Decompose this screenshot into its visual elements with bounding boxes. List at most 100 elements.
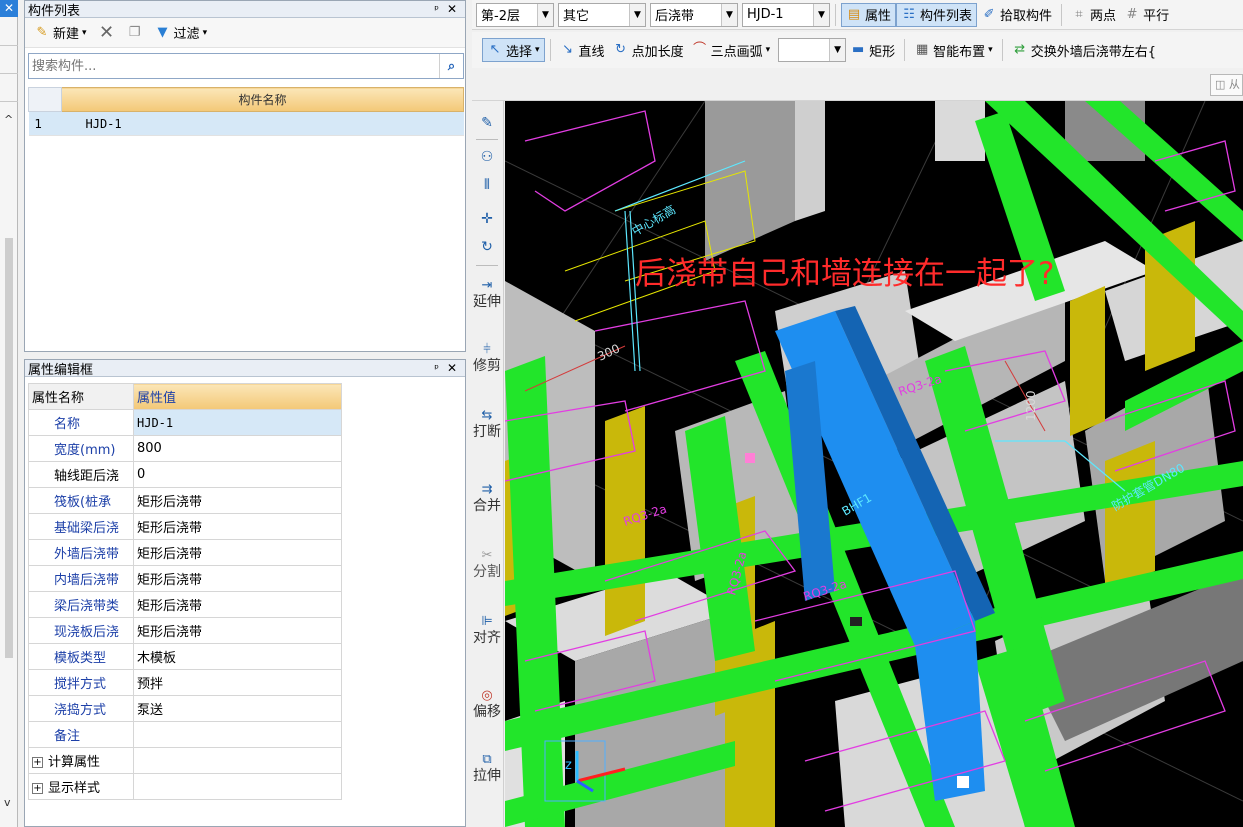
chevron-down-icon: ▾ [765, 45, 771, 55]
break-button[interactable]: ⇆ 打断 [472, 407, 502, 440]
property-value[interactable]: 木模板 [133, 643, 342, 670]
divider [549, 39, 551, 61]
divider [1061, 3, 1063, 26]
close-icon[interactable]: ✕ [447, 2, 457, 16]
property-row[interactable]: 现浇板后浇 矩形后浇带 [28, 617, 342, 644]
chevron-down-icon: ▾ [202, 27, 208, 38]
property-group-row[interactable]: + 计算属性 [28, 747, 342, 774]
property-value[interactable]: 泵送 [133, 695, 342, 722]
trim-button[interactable]: ⫩ 修剪 [472, 341, 502, 374]
property-value[interactable]: 预拌 [133, 669, 342, 696]
component-select[interactable]: HJD-1 ▼ [742, 2, 830, 27]
property-key: 基础梁后浇 [28, 513, 134, 540]
property-row[interactable]: 浇捣方式 泵送 [28, 695, 342, 722]
extend-button[interactable]: ⇥ 延伸 [472, 277, 502, 310]
pick-component-button[interactable]: ✐ 拾取构件 [977, 3, 1056, 27]
property-row[interactable]: 梁后浇带类 矩形后浇带 [28, 591, 342, 618]
property-value[interactable]: 矩形后浇带 [133, 591, 342, 618]
chevron-down-icon: ▾ [82, 27, 87, 38]
expand-icon[interactable]: + [32, 757, 43, 768]
mirror-icon[interactable]: ⫴ [472, 177, 502, 193]
move-icon[interactable]: ✛ [472, 211, 502, 227]
table-row[interactable]: 1 HJD-1 [28, 111, 464, 136]
property-row[interactable]: 轴线距后浇 0 [28, 461, 342, 488]
select-button[interactable]: ↖ 选择 ▾ [482, 38, 545, 62]
property-row[interactable]: 搅拌方式 预拌 [28, 669, 342, 696]
chevron-down-icon: ▼ [829, 39, 846, 61]
property-value[interactable]: HJD-1 [133, 409, 342, 436]
property-icon: ▤ [847, 6, 861, 22]
parallel-button[interactable]: # 平行 [1120, 3, 1173, 27]
search-input[interactable] [29, 55, 439, 77]
property-row[interactable]: 名称 HJD-1 [28, 409, 342, 436]
property-key: 外墙后浇带 [28, 539, 134, 566]
property-key: 搅拌方式 [28, 669, 134, 696]
pick-icon: ✐ [983, 6, 995, 22]
chevron-down-icon: ▾ [535, 45, 540, 55]
type-select[interactable]: 后浇带 ▼ [650, 2, 738, 27]
property-value[interactable]: 矩形后浇带 [133, 487, 342, 514]
scroll-down-icon[interactable]: v [4, 796, 11, 809]
pin-icon[interactable]: ᵖ [434, 3, 439, 16]
property-row[interactable]: 模板类型 木模板 [28, 643, 342, 670]
svg-text:z: z [565, 758, 572, 773]
trim-label: 修剪 [473, 358, 501, 374]
property-row[interactable]: 基础梁后浇 矩形后浇带 [28, 513, 342, 540]
property-row[interactable]: 备注 [28, 721, 342, 748]
pin-icon[interactable]: ᵖ [434, 362, 439, 375]
two-point-button[interactable]: ⌗ 两点 [1067, 3, 1120, 27]
property-row[interactable]: 外墙后浇带 矩形后浇带 [28, 539, 342, 566]
rotate-icon[interactable]: ↻ [472, 239, 502, 255]
offset-button[interactable]: ◎ 偏移 [472, 687, 502, 720]
floor-select[interactable]: 第-2层 ▼ [476, 2, 554, 27]
scrollbar-thumb[interactable] [5, 238, 13, 658]
three-point-arc-button[interactable]: ⌒ 三点画弧 ▾ [688, 38, 775, 62]
property-button[interactable]: ▤ 属性 [841, 2, 897, 27]
drawing-canvas[interactable]: RQ3-2a RQ3-2a RQ3-2a RQ3-2a BHF1 中心标高 防护… [505, 101, 1243, 827]
scroll-up-icon[interactable]: ^ [4, 113, 13, 126]
property-value[interactable]: 0 [133, 461, 342, 488]
property-row[interactable]: 内墙后浇带 矩形后浇带 [28, 565, 342, 592]
app-window: ✕ ^ v 构件列表 ᵖ ✕ ✎ 新建 ▾ ✕ ❐ ▼ 过滤 ▾ 搜索构件...… [0, 0, 1243, 827]
filter-button[interactable]: ▼ 过滤 ▾ [152, 21, 211, 45]
property-value[interactable]: 矩形后浇带 [133, 565, 342, 592]
divider [904, 39, 906, 61]
property-key: 浇捣方式 [28, 695, 134, 722]
property-value[interactable]: 矩形后浇带 [133, 513, 342, 540]
new-button[interactable]: ✎ 新建 ▾ [31, 21, 90, 45]
copy-button[interactable]: ❐ [124, 21, 146, 45]
split-button[interactable]: ✂ 分割 [472, 547, 502, 580]
offset-label: 偏移 [473, 704, 501, 720]
property-name-header: 属性名称 [28, 383, 134, 410]
component-list-button[interactable]: ☷ 构件列表 [896, 2, 978, 27]
property-value[interactable]: 800 [133, 435, 342, 462]
draw-toolbar: ↖ 选择 ▾ ↘ 直线 ↻ 点加长度 ⌒ 三点画弧 ▾ ▼ ▬ 矩形 ▦ 智能布置 ▾ ⇄ 交换外墙… [472, 32, 1243, 68]
category-select[interactable]: 其它 ▼ [558, 2, 646, 27]
property-value[interactable] [133, 721, 342, 748]
arc-option-select[interactable]: ▼ [778, 38, 847, 62]
property-value[interactable]: 矩形后浇带 [133, 617, 342, 644]
view-option-button[interactable]: ◫ 从 [1210, 74, 1243, 96]
delete-button[interactable]: ✕ [96, 21, 118, 45]
property-value[interactable]: 矩形后浇带 [133, 539, 342, 566]
line-button[interactable]: ↘ 直线 [556, 38, 609, 62]
marker [957, 776, 969, 788]
brush-icon[interactable]: ✎ [472, 115, 502, 131]
rect-button[interactable]: ▬ 矩形 [846, 38, 899, 62]
swap-wall-band-button[interactable]: ⇄ 交换外墙后浇带左右{ [1008, 38, 1160, 62]
smart-layout-button[interactable]: ▦ 智能布置 ▾ [910, 38, 997, 62]
expand-icon[interactable]: + [32, 783, 43, 794]
align-button[interactable]: ⊫ 对齐 [472, 613, 502, 646]
property-group-row[interactable]: + 显示样式 [28, 773, 342, 800]
component-name-cell[interactable]: HJD-1 [61, 111, 464, 136]
property-row[interactable]: 筏板(桩承 矩形后浇带 [28, 487, 342, 514]
copy-tool-icon[interactable]: ⚇ [472, 149, 502, 165]
point-length-button[interactable]: ↻ 点加长度 [609, 38, 688, 62]
search-icon[interactable]: ⌕ [439, 54, 463, 78]
property-key: 现浇板后浇 [28, 617, 134, 644]
stretch-button[interactable]: ⧉ 拉伸 [472, 751, 502, 784]
close-icon[interactable]: ✕ [447, 361, 457, 375]
close-icon[interactable]: ✕ [0, 0, 18, 17]
merge-button[interactable]: ⇉ 合并 [472, 481, 502, 514]
property-row[interactable]: 宽度(mm) 800 [28, 435, 342, 462]
